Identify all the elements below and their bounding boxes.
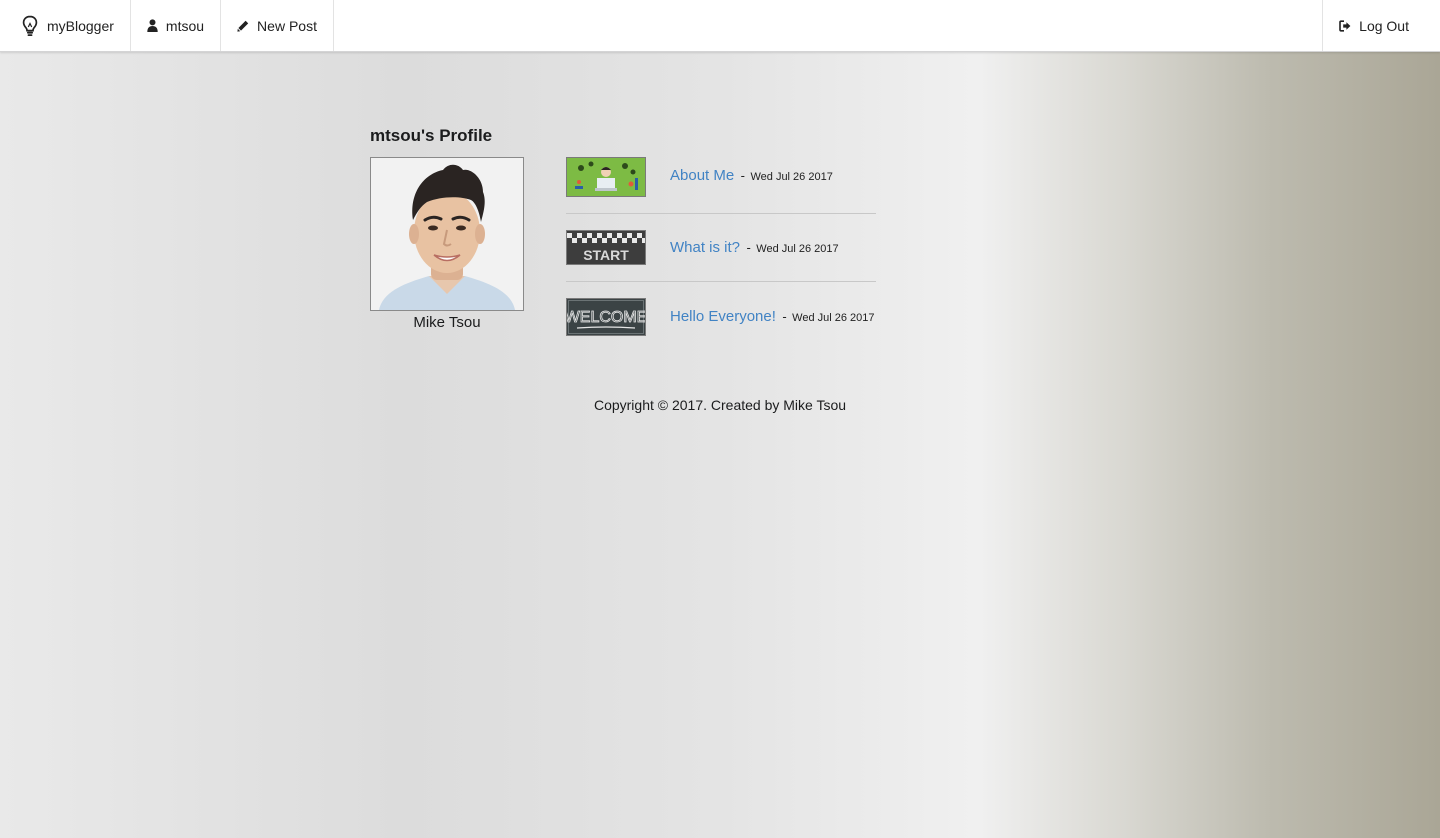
lightbulb-icon [22,15,38,37]
nav-logout[interactable]: Log Out [1322,0,1440,51]
post-date: Wed Jul 26 2017 [756,242,839,255]
profile-card: Mike Tsou [370,157,524,352]
post-list: About Me - Wed Jul 26 2017 START What is… [566,157,876,352]
post-separator: - [746,239,751,255]
post-item: About Me - Wed Jul 26 2017 [566,157,876,214]
profile-main: mtsou's Profile Mike Tsou About Me - Wed… [370,124,876,352]
post-separator: - [782,309,787,324]
post-item: WELCOME Hello Everyone! - Wed Jul 26 201… [566,282,876,352]
post-thumbnail[interactable]: START [566,230,646,265]
profile-content: Mike Tsou About Me - Wed Jul 26 2017 STA… [370,157,876,352]
post-date: Wed Jul 26 2017 [792,312,875,324]
post-thumbnail[interactable] [566,157,646,197]
nav-new-post-label: New Post [257,17,317,34]
svg-text:WELCOME: WELCOME [567,309,645,326]
top-navbar: myBlogger mtsou New Post Log Out [0,0,1440,52]
nav-user-label: mtsou [165,17,205,34]
footer-copyright: Copyright © 2017. Created by Mike Tsou [593,397,847,413]
pencil-icon [237,20,249,32]
nav-logout-label: Log Out [1359,17,1409,34]
sign-out-icon [1339,19,1351,32]
profile-name: Mike Tsou [413,314,481,331]
post-thumbnail[interactable]: WELCOME [566,298,646,336]
post-separator: - [740,168,746,183]
page-title: mtsou's Profile [370,126,493,145]
post-title-link[interactable]: What is it? [670,239,740,256]
post-item: START What is it? - Wed Jul 26 2017 [566,214,876,282]
nav-brand[interactable]: myBlogger [0,0,131,51]
nav-new-post[interactable]: New Post [221,0,334,51]
nav-user[interactable]: mtsou [131,0,222,51]
post-title-link[interactable]: About Me [670,167,734,184]
post-title-link[interactable]: Hello Everyone! [670,308,776,325]
nav-brand-label: myBlogger [47,17,114,34]
svg-text:START: START [583,247,629,263]
user-icon [147,19,158,32]
avatar [370,157,524,311]
page-footer: Copyright © 2017. Created by Mike Tsou [0,397,1440,413]
post-date: Wed Jul 26 2017 [750,171,833,183]
